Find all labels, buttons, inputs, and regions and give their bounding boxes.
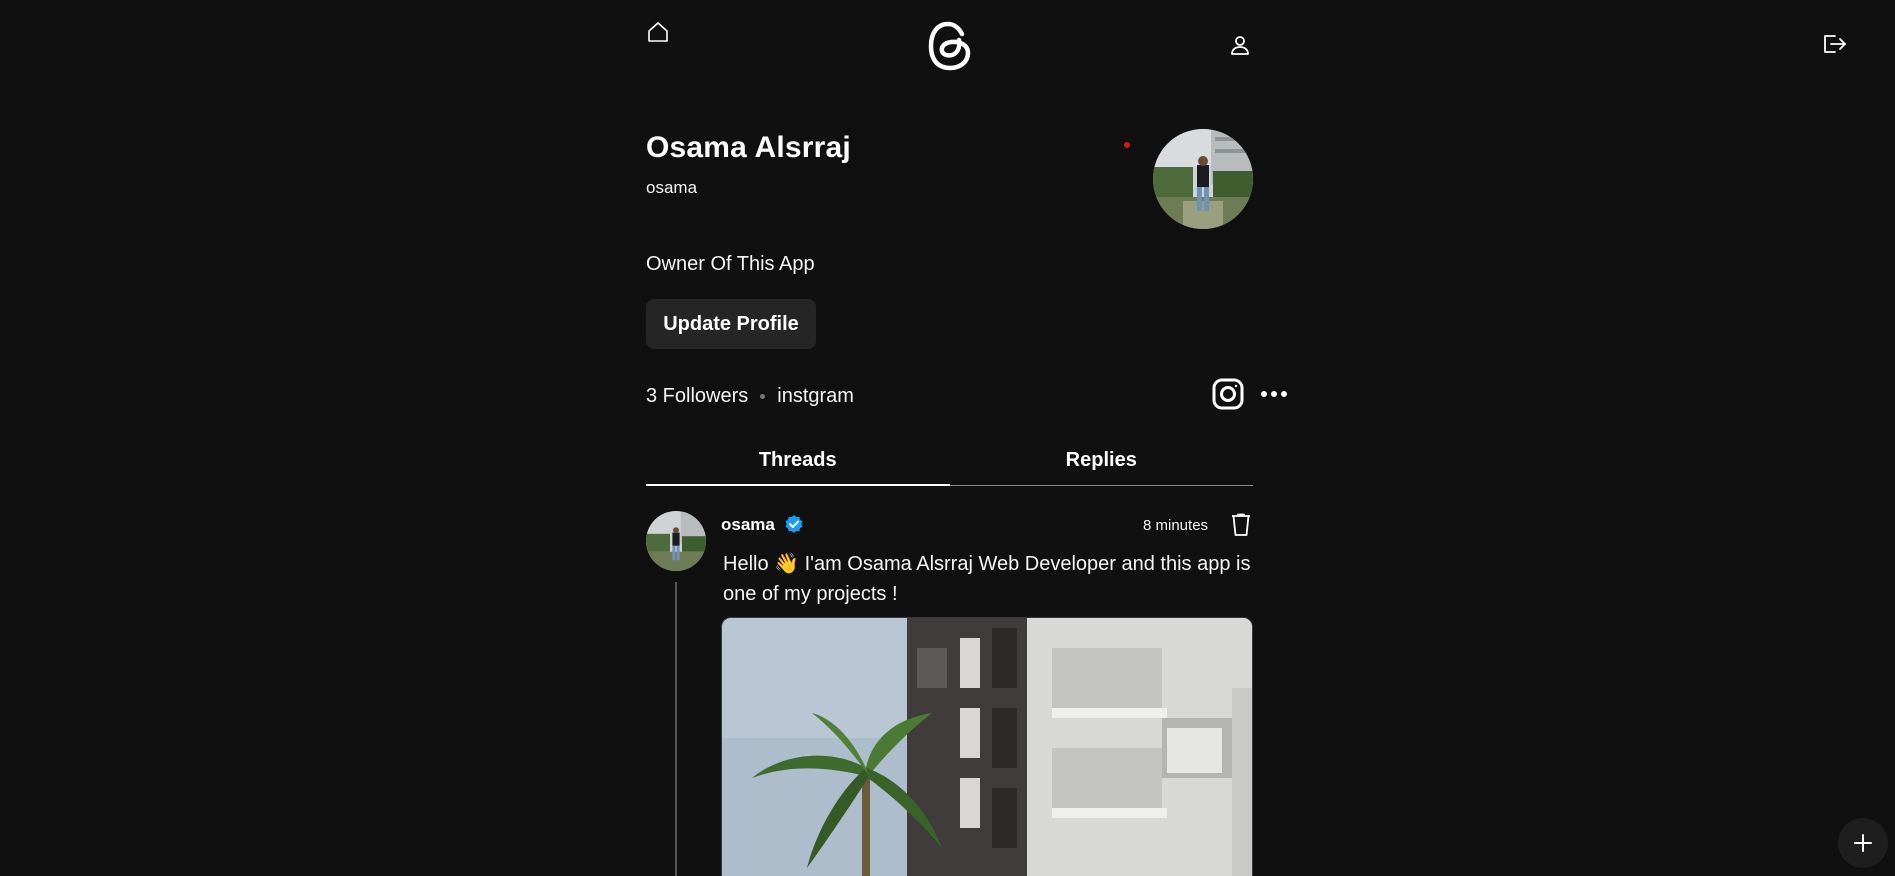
trash-icon[interactable] xyxy=(1230,513,1252,537)
home-icon[interactable] xyxy=(646,20,670,44)
profile-username: osama xyxy=(646,178,698,197)
plus-icon xyxy=(1853,833,1873,853)
thread-line xyxy=(675,582,677,876)
profile-stats: 3 Followers instgram xyxy=(646,383,854,409)
more-horizontal-icon[interactable] xyxy=(1260,388,1288,400)
logout-icon[interactable] xyxy=(1821,33,1847,55)
post-text: Hello 👋 I'am Osama Alsrraj Web Developer… xyxy=(723,553,1251,605)
instagram-icon[interactable] xyxy=(1212,378,1244,410)
profile-bio: Owner Of This App xyxy=(646,253,815,275)
post-author-avatar[interactable] xyxy=(646,511,706,571)
status-dot xyxy=(1124,142,1130,148)
profile-name: Osama Alsrraj xyxy=(646,131,851,164)
tab-threads[interactable]: Threads xyxy=(646,436,950,486)
user-icon[interactable] xyxy=(1228,33,1252,57)
verified-badge-icon xyxy=(784,514,804,534)
profile-avatar[interactable] xyxy=(1153,129,1253,229)
threads-logo-icon[interactable] xyxy=(926,20,974,72)
update-profile-button[interactable]: Update Profile xyxy=(646,299,816,349)
post-image[interactable] xyxy=(721,617,1253,876)
post-author-name[interactable]: osama xyxy=(721,515,775,535)
profile-tabs: Threads Replies xyxy=(646,436,1253,486)
post-timestamp: 8 minutes xyxy=(1143,517,1209,534)
tab-replies[interactable]: Replies xyxy=(949,436,1253,486)
profile-link[interactable]: instgram xyxy=(777,385,854,408)
separator-dot xyxy=(760,393,766,399)
followers-count[interactable]: 3 Followers xyxy=(646,385,748,408)
create-post-button[interactable] xyxy=(1838,818,1888,868)
